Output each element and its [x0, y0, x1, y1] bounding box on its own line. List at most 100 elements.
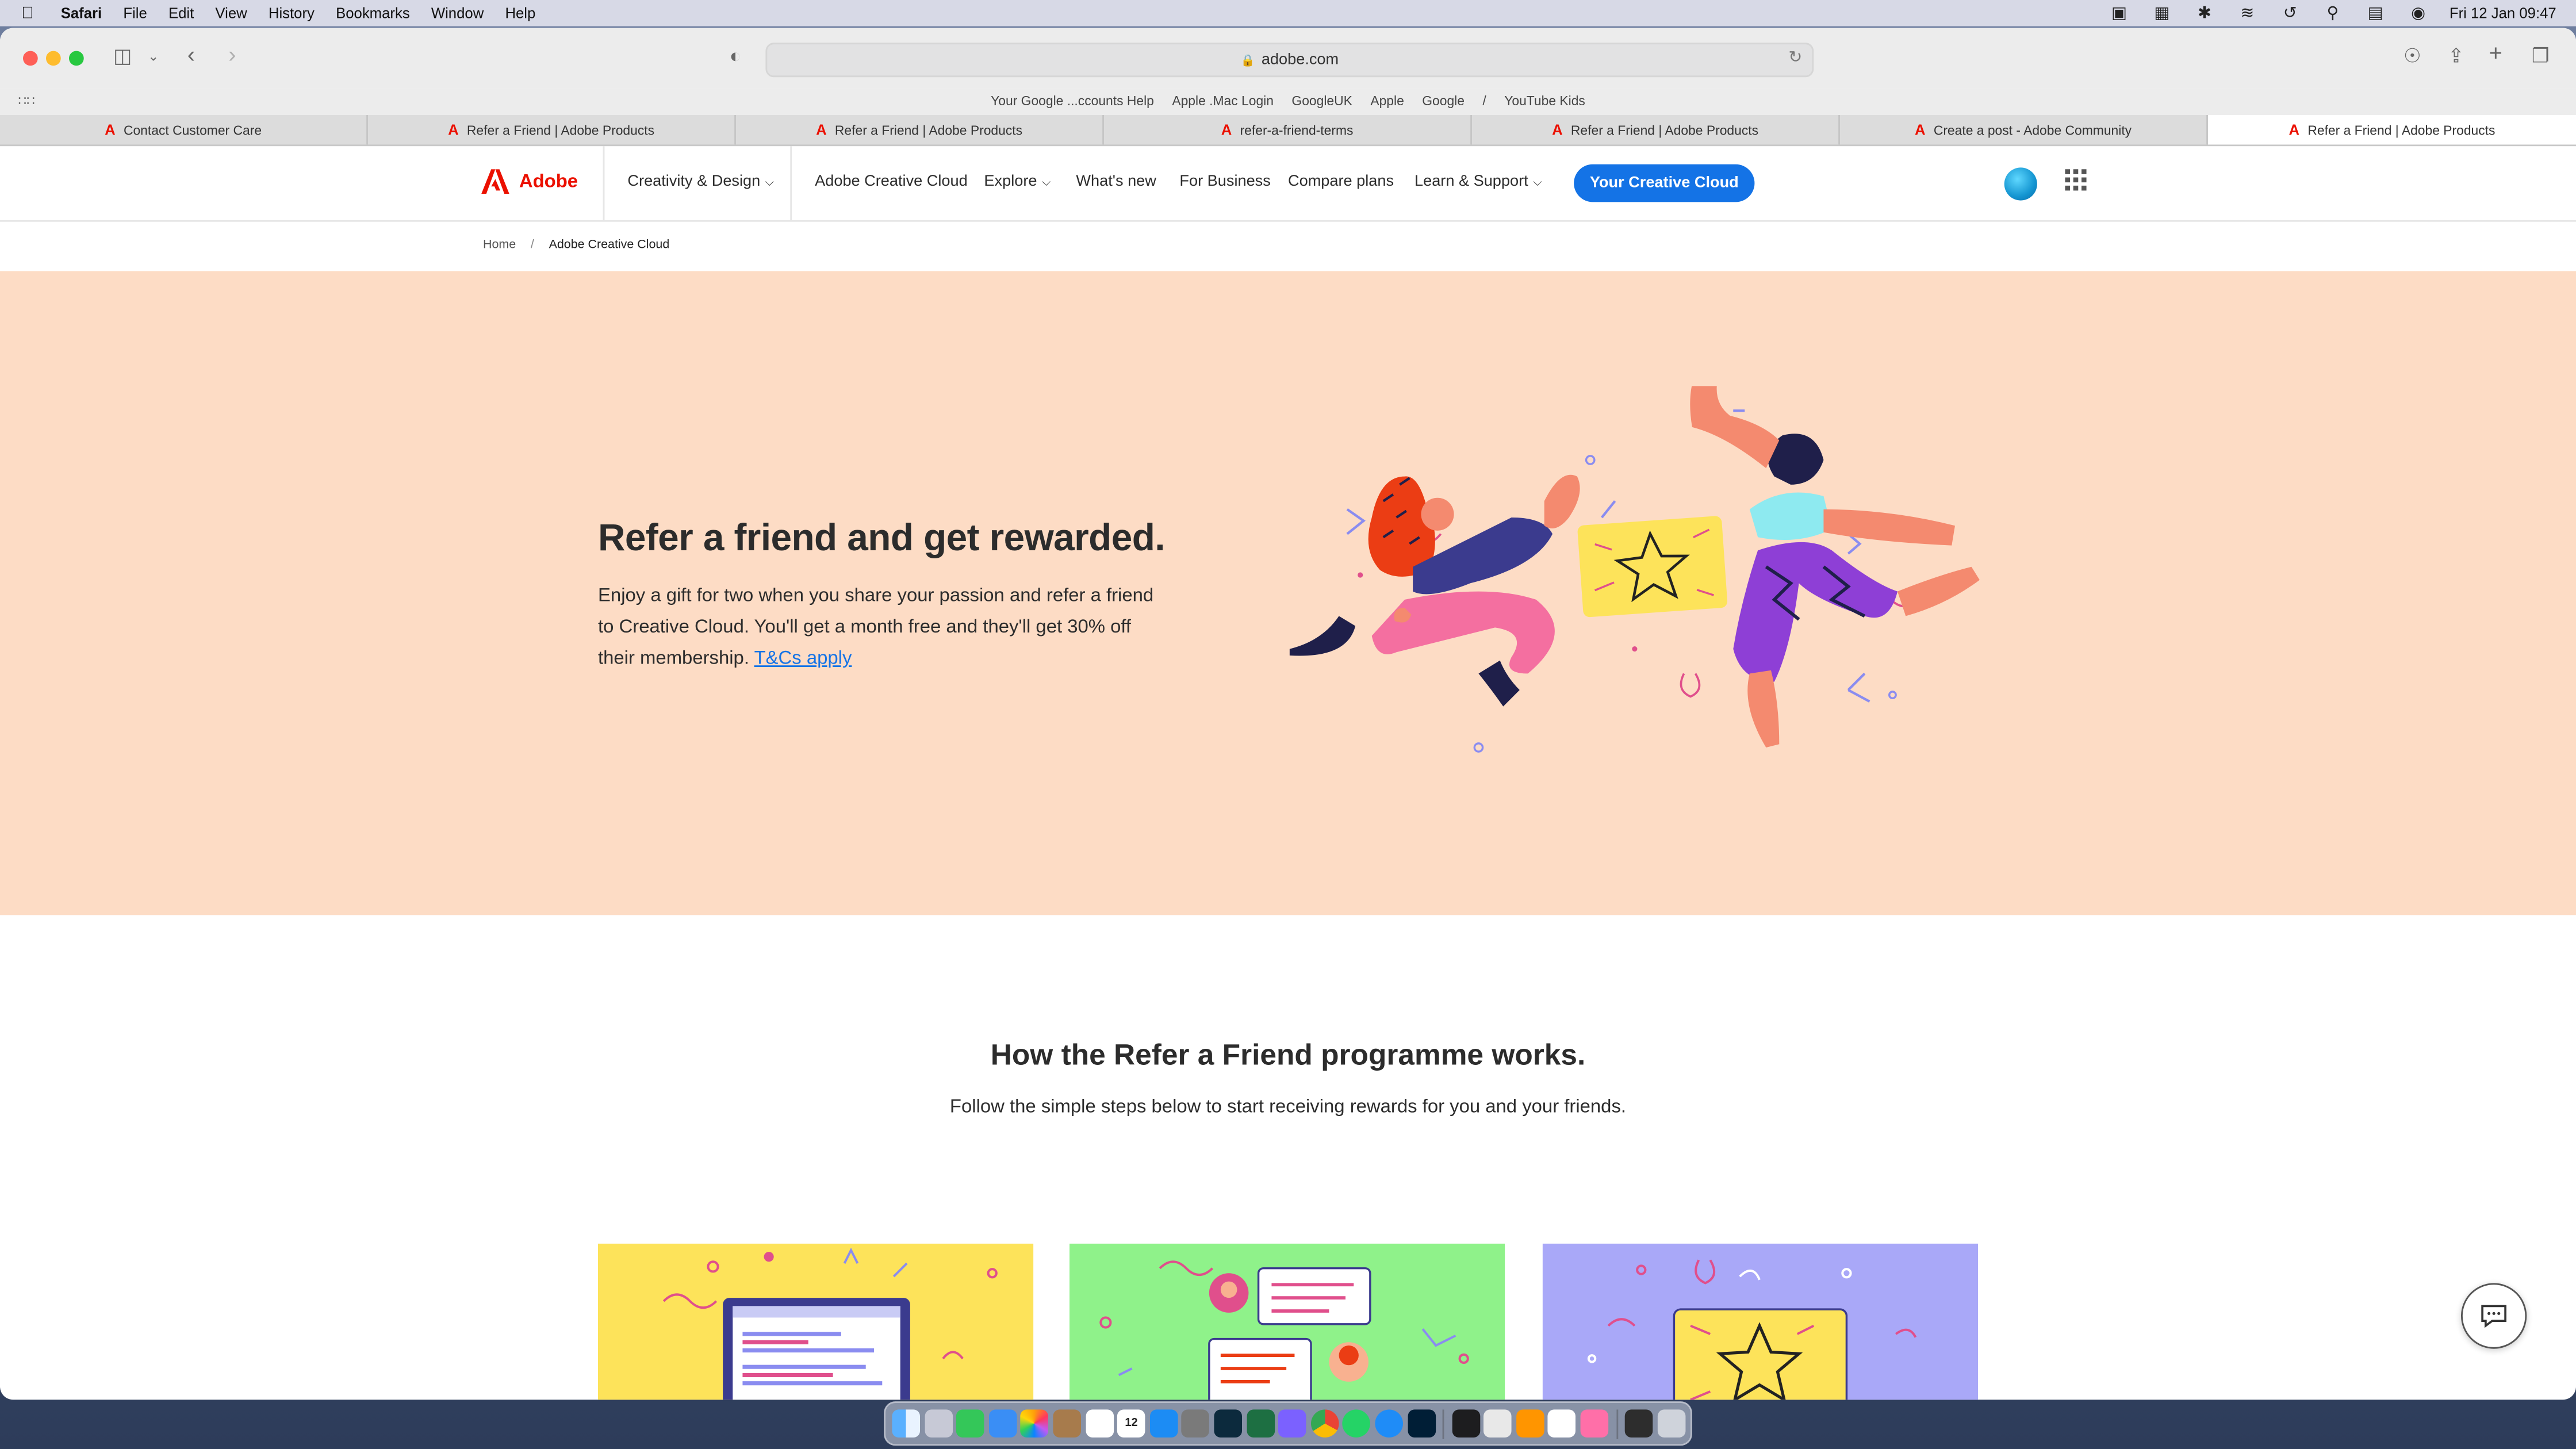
script-editor-icon[interactable]: [1483, 1409, 1512, 1438]
trash-icon[interactable]: [1657, 1409, 1685, 1438]
klokki-icon[interactable]: [1580, 1409, 1609, 1438]
chat-button[interactable]: [2461, 1283, 2527, 1349]
lock-icon: 🔒: [1240, 55, 1255, 67]
your-creative-cloud-button[interactable]: Your Creative Cloud: [1574, 164, 1755, 202]
menu-file[interactable]: File: [123, 5, 147, 22]
nav-divider: [790, 146, 792, 220]
app-switcher-icon[interactable]: [2065, 169, 2087, 191]
laptop-illustration: [662, 1247, 998, 1400]
adobe-logo[interactable]: Adobe: [481, 169, 578, 194]
chat-bubble-icon: [2481, 1305, 2507, 1328]
screenshot-icon[interactable]: [1625, 1409, 1653, 1438]
tab-group-chevron-icon[interactable]: ⌄: [148, 49, 159, 64]
bluetooth-icon[interactable]: ✱: [2193, 4, 2216, 22]
apple-icon[interactable]: : [21, 4, 44, 22]
whatsapp-icon[interactable]: [1343, 1409, 1371, 1438]
books-icon[interactable]: [1516, 1409, 1544, 1438]
browser-tab[interactable]: A Refer a Friend | Adobe Products: [736, 115, 1104, 145]
favorite-item[interactable]: YouTube Kids: [1504, 94, 1585, 109]
minimize-window-button[interactable]: [46, 51, 61, 66]
wifi-icon[interactable]: ≋: [2236, 4, 2259, 22]
browser-tab[interactable]: Arefer-a-friend-terms: [1104, 115, 1472, 145]
photos-icon[interactable]: [1021, 1409, 1049, 1438]
nav-explore[interactable]: Explore ⌵: [984, 172, 1051, 190]
favorite-item[interactable]: Apple: [1370, 94, 1404, 109]
close-window-button[interactable]: [23, 51, 38, 66]
menu-edit[interactable]: Edit: [168, 5, 194, 22]
display-icon[interactable]: ▣: [2108, 4, 2131, 22]
nav-for-business[interactable]: For Business: [1179, 172, 1270, 190]
forward-icon[interactable]: ›: [228, 41, 236, 67]
reload-icon[interactable]: ↻: [1788, 49, 1802, 67]
notes-icon[interactable]: [1085, 1409, 1113, 1438]
lightroom-icon[interactable]: [1214, 1409, 1242, 1438]
hero-title: Refer a friend and get rewarded.: [598, 516, 1166, 559]
tab-label: Refer a Friend | Adobe Products: [2307, 122, 2496, 137]
safari-icon[interactable]: [1375, 1409, 1403, 1438]
browser-tab[interactable]: A Refer a Friend | Adobe Products: [1472, 115, 1840, 145]
browser-tab[interactable]: A Contact Customer Care: [0, 115, 368, 145]
favorite-item[interactable]: Google: [1422, 94, 1465, 109]
adobe-favicon-icon: A: [1552, 121, 1563, 138]
back-icon[interactable]: ‹: [187, 41, 195, 67]
nav-learn-support[interactable]: Learn & Support ⌵: [1414, 172, 1542, 190]
downloads-icon[interactable]: ☉: [2404, 44, 2421, 67]
browser-tab-active[interactable]: A Refer a Friend | Adobe Products: [2208, 115, 2576, 145]
menu-history[interactable]: History: [269, 5, 315, 22]
favorite-item[interactable]: Your Google ...ccounts Help: [991, 94, 1154, 109]
menu-bar:  Safari File Edit View History Bookmark…: [0, 0, 2576, 26]
hero-section: Refer a friend and get rewarded. Enjoy a…: [0, 271, 2576, 915]
menu-view[interactable]: View: [215, 5, 247, 22]
menu-bookmarks[interactable]: Bookmarks: [336, 5, 410, 22]
nav-creativity-design[interactable]: Creativity & Design ⌵: [627, 172, 774, 190]
photoshop-icon[interactable]: [1407, 1409, 1435, 1438]
tab-bar: A Contact Customer Care A Refer a Friend |…: [0, 115, 2576, 147]
browser-tab[interactable]: A Refer a Friend | Adobe Products: [368, 115, 736, 145]
menu-window[interactable]: Window: [431, 5, 484, 22]
browser-tab[interactable]: A Create a post - Adobe Community: [1840, 115, 2208, 145]
favorite-item[interactable]: GoogleUK: [1291, 94, 1352, 109]
breadcrumb-home[interactable]: Home: [483, 236, 516, 251]
brand-name: Adobe: [519, 171, 578, 191]
nav-label: Learn & Support: [1414, 172, 1528, 191]
sidebar-toggle-icon[interactable]: ◫: [113, 44, 132, 67]
tab-overview-icon[interactable]: ❐: [2532, 44, 2550, 67]
nav-whats-new[interactable]: What's new: [1076, 172, 1156, 190]
nav-compare-plans[interactable]: Compare plans: [1288, 172, 1394, 190]
mail-icon[interactable]: [988, 1409, 1017, 1438]
chrome-icon[interactable]: [1310, 1409, 1339, 1438]
share-icon[interactable]: ⇪: [2448, 44, 2464, 67]
privacy-shield-icon[interactable]: ◐: [730, 44, 742, 67]
nav-adobe-creative-cloud[interactable]: Adobe Creative Cloud: [815, 172, 968, 190]
calendar-icon[interactable]: 12: [1117, 1409, 1145, 1438]
messages-icon[interactable]: [956, 1409, 984, 1438]
menu-help[interactable]: Help: [505, 5, 535, 22]
zoom-window-button[interactable]: [69, 51, 84, 66]
avatar[interactable]: [2004, 167, 2037, 201]
control-switch-icon[interactable]: ▤: [2364, 4, 2387, 22]
favorite-item[interactable]: /: [1482, 94, 1486, 109]
terminal-icon[interactable]: [1451, 1409, 1480, 1438]
address-bar[interactable]: 🔒 adobe.com ↻: [765, 43, 1814, 78]
system-settings-icon[interactable]: [1182, 1409, 1210, 1438]
notes-icon[interactable]: [1053, 1409, 1081, 1438]
nav-label: Explore: [984, 172, 1037, 191]
favorite-item[interactable]: Apple .Mac Login: [1172, 94, 1274, 109]
app-store-icon[interactable]: [1149, 1409, 1178, 1438]
siri-icon[interactable]: ◉: [2407, 4, 2430, 22]
breadcrumb-separator: /: [530, 236, 534, 252]
new-tab-icon[interactable]: +: [2489, 40, 2502, 66]
terms-link[interactable]: T&Cs apply: [754, 649, 852, 669]
launchpad-icon[interactable]: [924, 1409, 952, 1438]
word-icon[interactable]: [1548, 1409, 1577, 1438]
menu-safari[interactable]: Safari: [61, 5, 102, 22]
browser-window: ◫ ⌄ ‹ › ◐ 🔒 adobe.com ↻ ☉ ⇪ + ❐ ∷∷ Your …: [0, 28, 2576, 1400]
adobe-favicon-icon: A: [816, 121, 827, 138]
time-machine-icon[interactable]: ↺: [2279, 4, 2302, 22]
clock[interactable]: Fri 12 Jan 09:47: [2450, 5, 2556, 22]
spotlight-icon[interactable]: ⚲: [2321, 4, 2344, 22]
control-center-icon[interactable]: ▦: [2150, 4, 2174, 22]
finder-icon[interactable]: [892, 1409, 920, 1438]
excel-icon[interactable]: [1246, 1409, 1274, 1438]
messenger-icon[interactable]: [1278, 1409, 1306, 1438]
